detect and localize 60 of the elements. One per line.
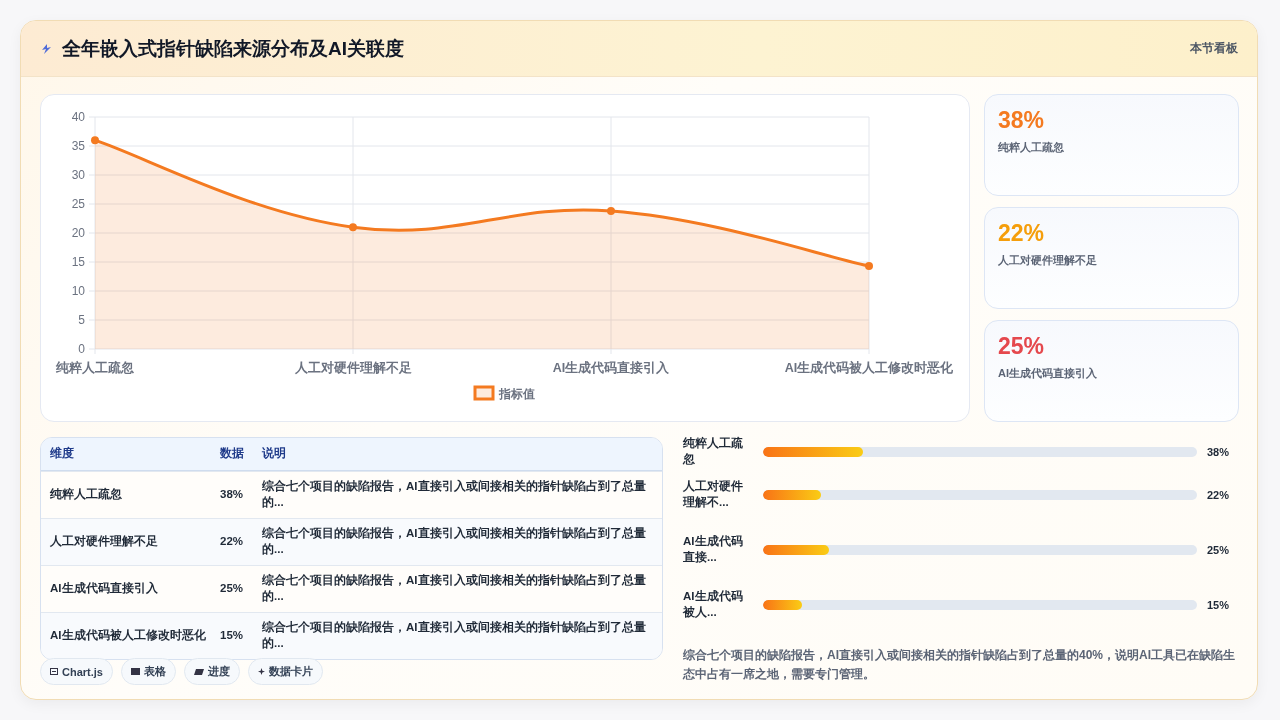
column-header: 维度 bbox=[49, 446, 75, 462]
table-cell-text: 25% bbox=[219, 581, 245, 597]
x-axis-label: AI生成代码被人工修改时恶化 bbox=[784, 361, 954, 375]
y-tick-label: 25 bbox=[71, 197, 85, 211]
bar-icon bbox=[193, 668, 204, 675]
y-tick-label: 10 bbox=[71, 284, 85, 298]
progress-label: 人工对硬件理解不... bbox=[683, 479, 744, 510]
progress-label: AI生成代码被人... bbox=[683, 589, 744, 620]
tag-chip[interactable]: Chart.js bbox=[40, 658, 113, 685]
legend-swatch bbox=[473, 385, 495, 401]
progress-label: AI生成代码直接... bbox=[683, 534, 744, 565]
tag-chip[interactable]: 表格 bbox=[120, 658, 176, 685]
y-tick-label: 20 bbox=[71, 226, 85, 240]
y-tick-label: 0 bbox=[78, 342, 85, 356]
progress-label: 纯粹人工疏忽 bbox=[683, 436, 744, 467]
x-axis-label: 人工对硬件理解不足 bbox=[294, 361, 412, 375]
data-point bbox=[349, 223, 357, 232]
sparkle-icon bbox=[257, 668, 265, 675]
table-cell-text: 人工对硬件理解不足 bbox=[49, 534, 159, 550]
column-header: 数据 bbox=[219, 446, 245, 462]
y-tick-label: 40 bbox=[71, 110, 85, 124]
stat-value: 25% bbox=[998, 333, 1045, 360]
tag-chip[interactable]: 进度 bbox=[183, 658, 240, 685]
stat-value: 38% bbox=[998, 107, 1045, 134]
column-header: 说明 bbox=[261, 446, 287, 462]
stat-label: AI生成代码直接引入 bbox=[998, 366, 1097, 381]
table-icon bbox=[130, 668, 140, 675]
table-cell-text: 22% bbox=[219, 534, 245, 550]
table-cell-text: 综合七个项目的缺陷报告，AI直接引入或间接相关的指针缺陷占到了总量的... bbox=[261, 526, 647, 557]
table-cell-text: 综合七个项目的缺陷报告，AI直接引入或间接相关的指针缺陷占到了总量的... bbox=[261, 620, 647, 651]
lightning-icon bbox=[40, 43, 52, 54]
progress-value: 22% bbox=[1207, 488, 1231, 501]
stat-label: 纯粹人工疏忽 bbox=[998, 140, 1064, 155]
x-axis-label: AI生成代码直接引入 bbox=[552, 361, 670, 375]
y-tick-label: 5 bbox=[78, 313, 85, 327]
stat-label: 人工对硬件理解不足 bbox=[998, 253, 1097, 268]
summary-text: 综合七个项目的缺陷报告，AI直接引入或间接相关的指针缺陷占到了总量的40%，说明AI工具已在缺陷生态中占有一席之地，需要专门管理。 bbox=[683, 647, 1237, 684]
y-tick-label: 35 bbox=[71, 139, 85, 153]
y-tick-label: 15 bbox=[71, 255, 85, 269]
stat-value: 22% bbox=[998, 220, 1045, 247]
table-cell-text: 纯粹人工疏忽 bbox=[49, 487, 123, 503]
dashboard-link[interactable]: 本节看板 bbox=[1190, 40, 1238, 57]
y-tick-label: 30 bbox=[71, 168, 85, 182]
table-cell-text: 综合七个项目的缺陷报告，AI直接引入或间接相关的指针缺陷占到了总量的... bbox=[261, 573, 647, 604]
table-cell-text: 综合七个项目的缺陷报告，AI直接引入或间接相关的指针缺陷占到了总量的... bbox=[261, 479, 647, 510]
table-cell-text: 38% bbox=[219, 487, 245, 503]
table-cell-text: AI生成代码被人工修改时恶化 bbox=[49, 628, 207, 644]
table-cell-text: 15% bbox=[219, 628, 245, 644]
x-axis-label: 纯粹人工疏忽 bbox=[56, 361, 134, 375]
data-point bbox=[865, 262, 873, 271]
data-point bbox=[607, 206, 615, 215]
tag-chip[interactable]: 数据卡片 bbox=[247, 658, 323, 685]
table-cell-text: AI生成代码直接引入 bbox=[49, 581, 159, 597]
chart-icon bbox=[50, 668, 58, 675]
data-point bbox=[91, 136, 99, 145]
progress-value: 25% bbox=[1207, 543, 1231, 556]
progress-value: 38% bbox=[1207, 446, 1231, 458]
progress-value: 15% bbox=[1207, 598, 1231, 611]
legend-label: 指标值 bbox=[499, 387, 535, 401]
page-title: 全年嵌入式指针缺陷来源分布及AI关联度 bbox=[62, 36, 404, 61]
